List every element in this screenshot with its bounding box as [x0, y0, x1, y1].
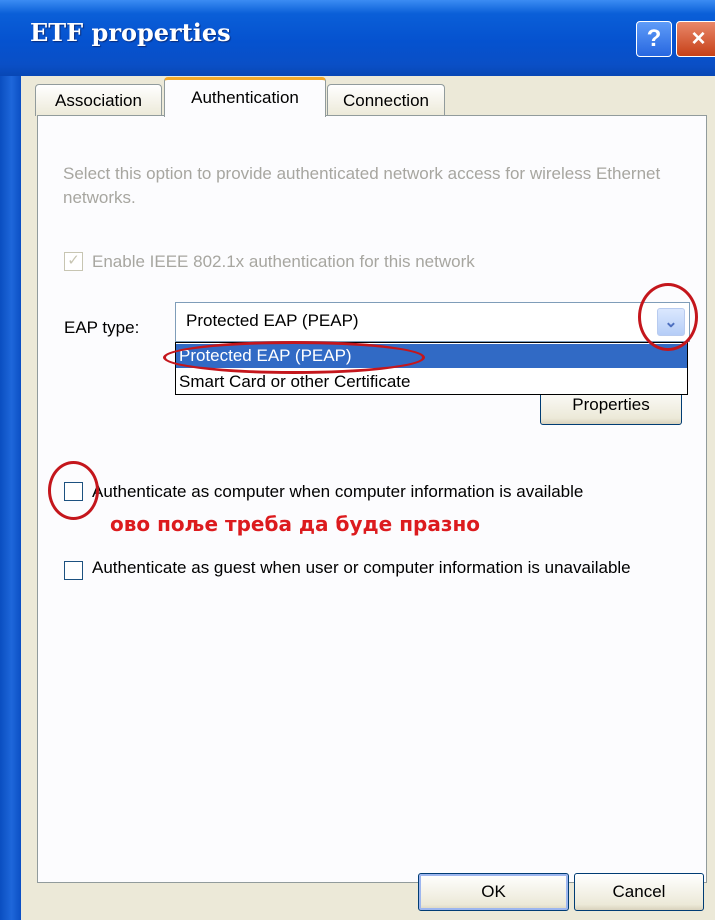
window-frame-left: [0, 76, 21, 920]
authenticate-computer-label: Authenticate as computer when computer i…: [92, 482, 584, 501]
auth-description: Select this option to provide authentica…: [63, 164, 661, 207]
window-title: ETF properties: [30, 18, 231, 47]
tab-authentication[interactable]: Authentication: [164, 77, 326, 117]
tab-association[interactable]: Association: [35, 84, 162, 116]
eap-type-value: Protected EAP (PEAP): [186, 311, 359, 330]
tab-connection[interactable]: Connection: [327, 84, 445, 116]
ok-button[interactable]: OK: [418, 873, 569, 911]
eap-option-smart-card[interactable]: Smart Card or other Certificate: [176, 370, 687, 394]
annotation-text: ово поље треба да буде празно: [110, 512, 481, 536]
annotation-ellipse-option: [163, 341, 425, 374]
annotation-circle-dropdown: [638, 283, 698, 351]
eap-type-select[interactable]: Protected EAP (PEAP) ⌄: [175, 302, 690, 342]
close-icon: ×: [691, 25, 706, 52]
checkmark-icon: ✓: [67, 252, 80, 269]
authenticate-guest-label: Authenticate as guest when user or compu…: [92, 558, 631, 577]
title-bar[interactable]: ETF properties ? ×: [0, 0, 715, 76]
properties-window: ETF properties ? × Association Authentic…: [0, 0, 715, 920]
enable-8021x-label: Enable IEEE 802.1x authentication for th…: [92, 252, 475, 271]
cancel-button[interactable]: Cancel: [574, 873, 704, 911]
eap-type-label: EAP type:: [64, 318, 140, 337]
help-button[interactable]: ?: [636, 21, 672, 57]
annotation-circle-checkbox: [48, 461, 99, 520]
authenticate-guest-checkbox[interactable]: [64, 561, 83, 580]
enable-8021x-checkbox[interactable]: ✓: [64, 252, 83, 271]
help-icon: ?: [646, 25, 662, 52]
close-button[interactable]: ×: [676, 21, 715, 57]
